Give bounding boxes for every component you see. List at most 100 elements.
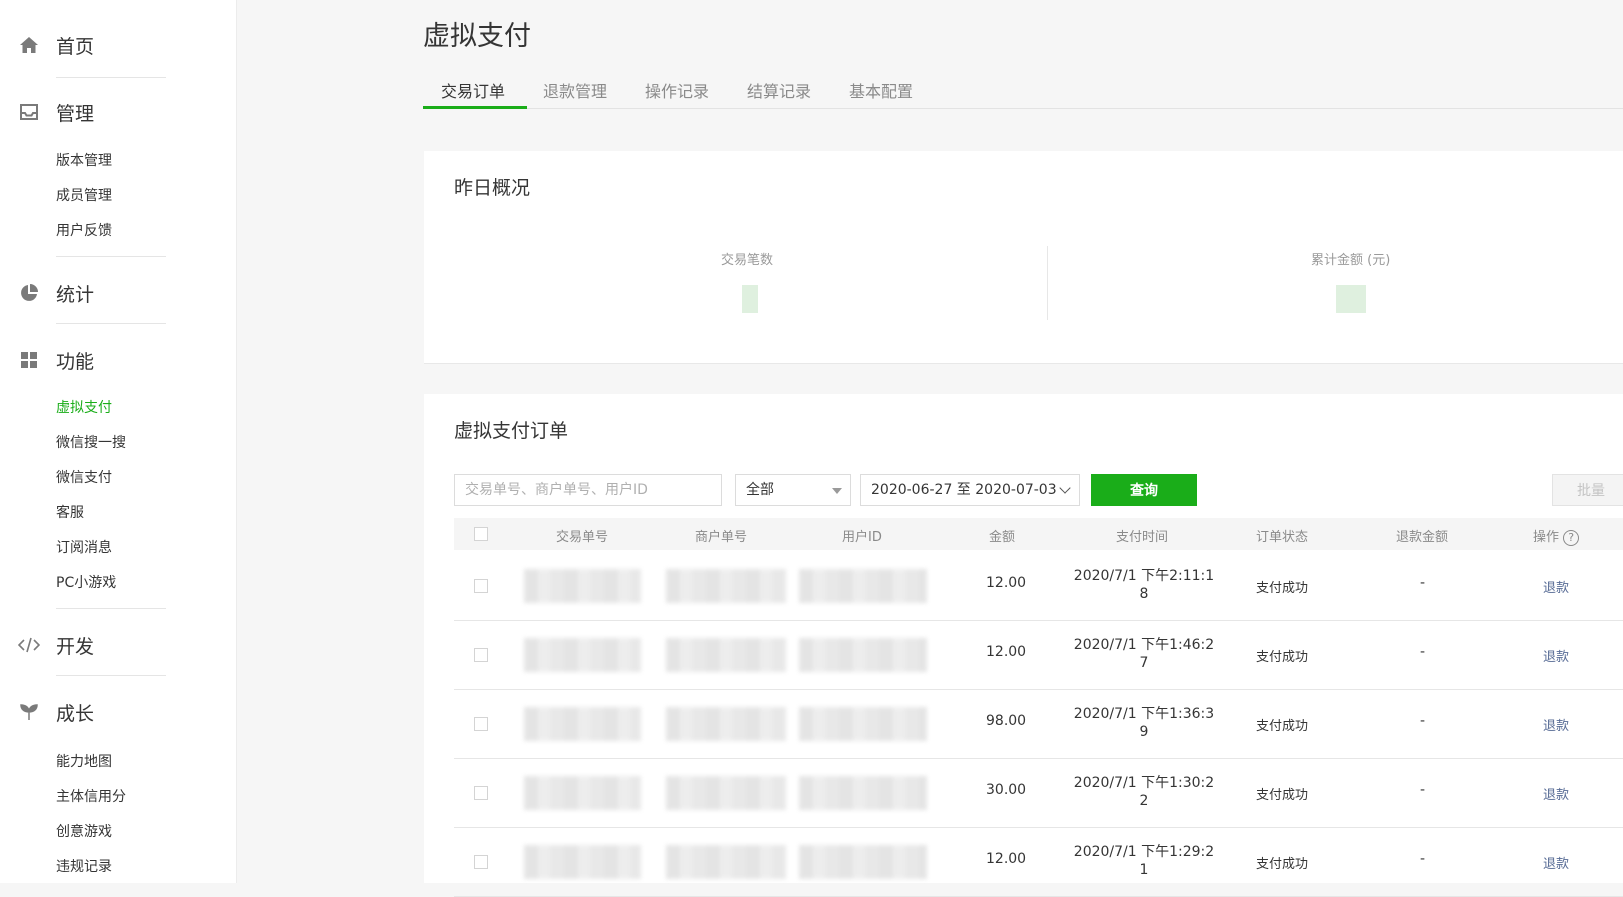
amount-cell: 12.00 [986,644,1027,660]
order-status: 支付成功 [1256,857,1309,872]
pay-time-line2: 2 [1139,793,1149,809]
tab-refunds[interactable]: 退款管理 [543,78,607,108]
row-checkbox[interactable] [474,855,488,869]
table-row: 12.00 2020/7/1 下午1:46:2 7 支付成功 - 退款 [454,620,1623,690]
tab-transactions[interactable]: 交易订单 [441,78,505,108]
batch-button[interactable]: 批量 [1552,474,1623,506]
home-icon [18,35,40,55]
pay-time-line2: 1 [1139,862,1149,878]
tab-settlement[interactable]: 结算记录 [747,78,811,108]
active-tab-indicator [423,106,527,109]
redacted-merchant-id [666,776,786,810]
amount-cell: 98.00 [986,713,1027,729]
redacted-user-id [799,707,927,741]
redacted-transaction-id [524,707,641,741]
select-all-checkbox[interactable] [474,527,488,541]
orders-card: 虚拟支付订单 全部 2020-06-27 至 2020-07-03 查询 批量 … [424,394,1623,897]
refund-link[interactable]: 退款 [1543,715,1569,734]
refund-link[interactable]: 退款 [1543,577,1569,596]
divider [56,675,166,676]
stat-value-count [742,285,758,313]
nav-sub-pc-game[interactable]: PC小游戏 [56,572,116,594]
row-checkbox[interactable] [474,717,488,731]
nav-dev[interactable]: 开发 [0,627,236,663]
nav-sub-customer-service[interactable]: 客服 [56,502,84,524]
row-checkbox[interactable] [474,579,488,593]
order-status: 支付成功 [1256,581,1309,596]
stat-label-amount: 累计金额 (元) [1311,253,1391,268]
divider [56,323,166,324]
pay-time-line1: 2020/7/1 下午1:46:2 [1073,637,1215,653]
nav-home-label: 首页 [56,35,95,58]
redacted-transaction-id [524,569,641,603]
stat-label-count: 交易笔数 [721,253,774,268]
nav-sub-creative-game[interactable]: 创意游戏 [56,821,112,843]
stat-value-amount [1336,285,1366,313]
redacted-transaction-id [524,845,641,879]
nav-sub-wechat-pay[interactable]: 微信支付 [56,467,112,489]
pay-time-line1: 2020/7/1 下午1:29:2 [1073,844,1215,860]
pay-time-line1: 2020/7/1 下午1:36:3 [1073,706,1215,722]
date-range-value: 2020-06-27 至 2020-07-03 [871,482,1057,498]
order-status: 支付成功 [1256,650,1309,665]
redacted-user-id [799,569,927,603]
nav-features[interactable]: 功能 [0,342,236,378]
orders-title: 虚拟支付订单 [454,420,569,442]
nav-sub-feedback[interactable]: 用户反馈 [56,220,112,242]
nav-growth-label: 成长 [56,702,95,725]
redacted-transaction-id [524,638,641,672]
row-checkbox[interactable] [474,786,488,800]
row-checkbox[interactable] [474,648,488,662]
inbox-icon [18,102,40,122]
chevron-down-icon [1059,482,1071,494]
nav-features-label: 功能 [56,350,95,373]
nav-sub-ability-map[interactable]: 能力地图 [56,751,112,773]
status-select[interactable]: 全部 [735,474,851,506]
nav-sub-violations[interactable]: 违规记录 [56,856,112,878]
redacted-user-id [799,638,927,672]
redacted-transaction-id [524,776,641,810]
overview-card: 昨日概况 交易笔数 累计金额 (元) [424,151,1623,364]
nav-sub-credit-score[interactable]: 主体信用分 [56,786,126,808]
refund-link[interactable]: 退款 [1543,853,1569,872]
main-content: 虚拟支付 交易订单 退款管理 操作记录 结算记录 基本配置 昨日概况 交易笔数 … [237,0,1623,897]
table-row: 98.00 2020/7/1 下午1:36:3 9 支付成功 - 退款 [454,689,1623,759]
redacted-merchant-id [666,707,786,741]
refund-link[interactable]: 退款 [1543,646,1569,665]
pay-time-line1: 2020/7/1 下午1:30:2 [1073,775,1215,791]
sidebar: 首页 管理 版本管理 成员管理 用户反馈 统计 功能 虚拟支付 微信搜一搜 微信… [0,0,237,883]
help-icon[interactable]: ? [1563,529,1580,546]
col-action-label: 操作 [1533,530,1560,545]
nav-growth[interactable]: 成长 [0,694,236,730]
col-user-id: 用户ID [842,530,882,545]
nav-home[interactable]: 首页 [0,27,236,63]
nav-sub-version[interactable]: 版本管理 [56,150,112,172]
tab-bar: 交易订单 退款管理 操作记录 结算记录 基本配置 [423,70,1623,109]
refund-amount-cell: - [1420,851,1426,867]
nav-manage[interactable]: 管理 [0,94,236,130]
refund-link[interactable]: 退款 [1543,784,1569,803]
search-input[interactable] [454,474,722,506]
nav-stats[interactable]: 统计 [0,275,236,311]
query-button[interactable]: 查询 [1091,474,1197,506]
redacted-user-id [799,845,927,879]
divider [56,608,166,609]
nav-sub-members[interactable]: 成员管理 [56,185,112,207]
table-row: 12.00 2020/7/1 下午1:29:2 1 支付成功 - 退款 [454,827,1623,897]
date-range-picker[interactable]: 2020-06-27 至 2020-07-03 [860,474,1080,506]
redacted-merchant-id [666,638,786,672]
sprout-icon [18,702,40,722]
tab-config[interactable]: 基本配置 [849,78,913,108]
nav-sub-virtual-pay[interactable]: 虚拟支付 [56,397,112,419]
nav-stats-label: 统计 [56,283,95,306]
col-amount: 金额 [989,530,1016,545]
nav-sub-subscribe-msg[interactable]: 订阅消息 [56,537,112,559]
page-title: 虚拟支付 [423,21,531,52]
overview-title: 昨日概况 [454,177,531,199]
col-order-status: 订单状态 [1256,530,1309,545]
pay-time-line2: 9 [1139,724,1149,740]
tab-operation-log[interactable]: 操作记录 [645,78,709,108]
redacted-merchant-id [666,845,786,879]
nav-sub-wechat-search[interactable]: 微信搜一搜 [56,432,126,454]
col-refund-amount: 退款金额 [1396,530,1449,545]
